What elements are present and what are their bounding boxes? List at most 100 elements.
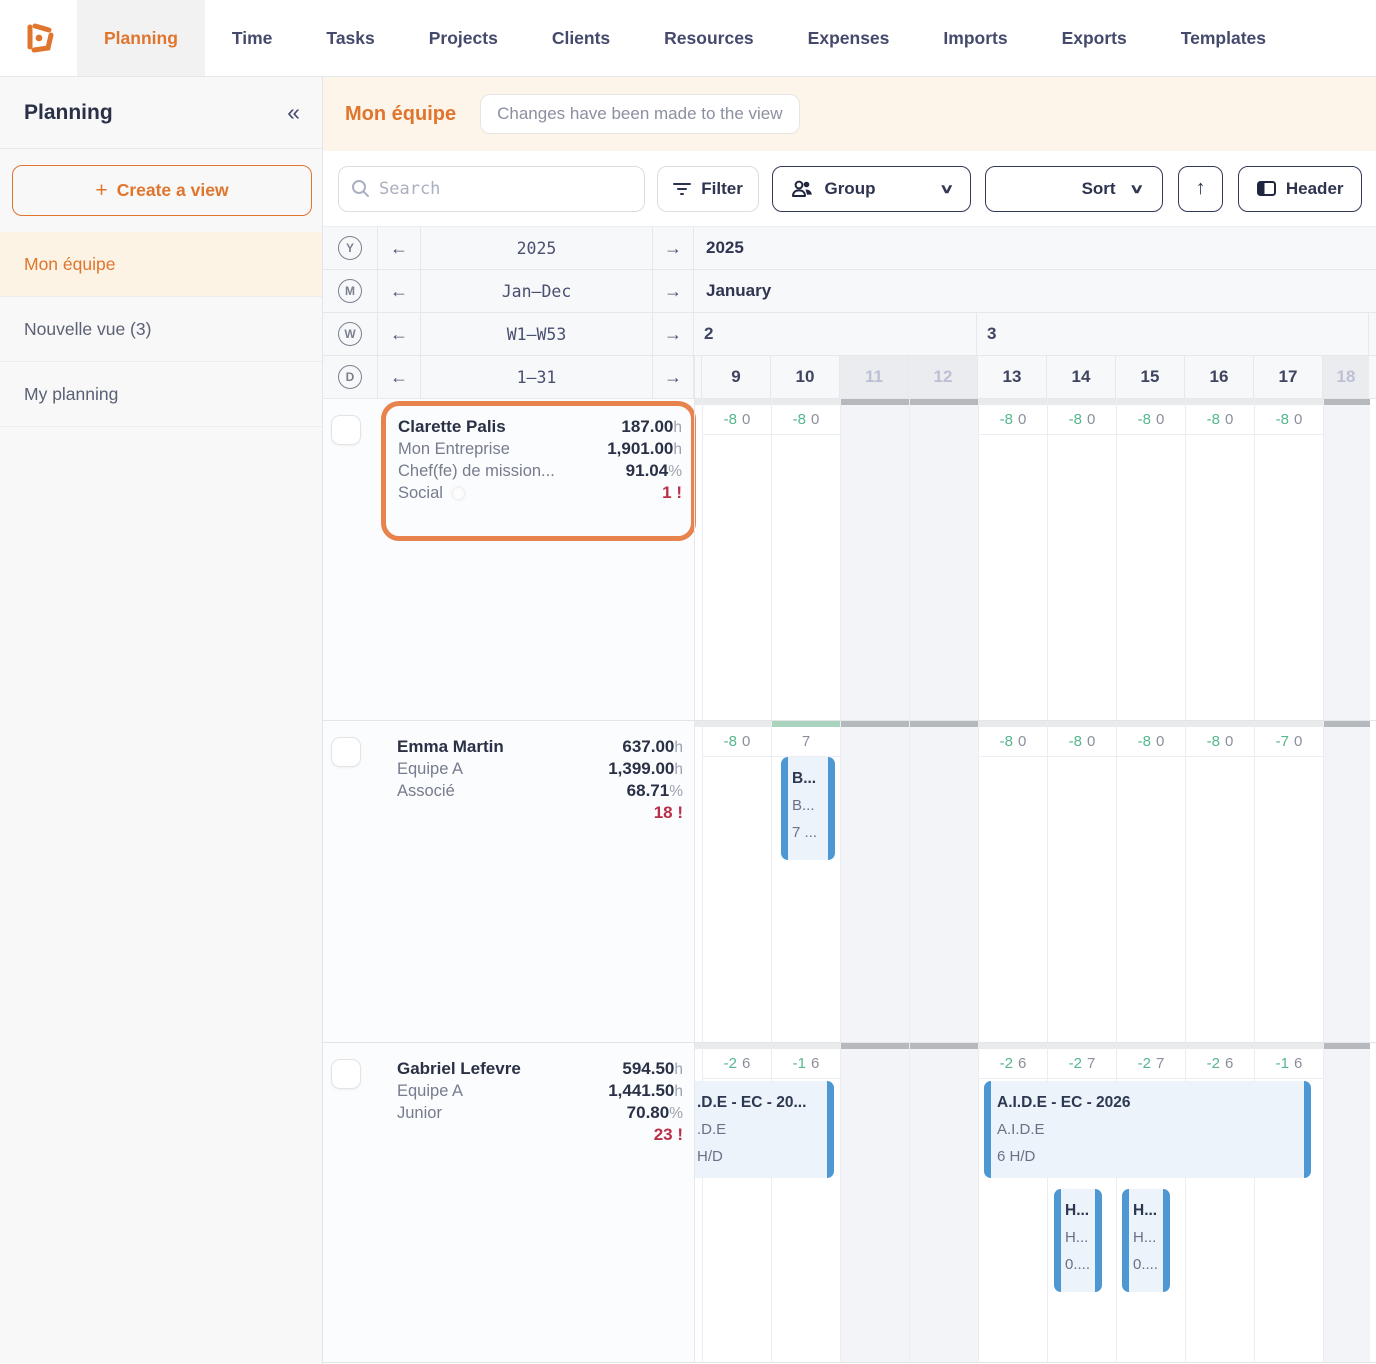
scheduled-hours: 0 — [1087, 411, 1095, 428]
prev-d-arrow[interactable]: ← — [378, 356, 421, 398]
day-column[interactable] — [909, 721, 978, 1042]
capacity-strip — [1324, 721, 1370, 727]
resource-card-highlighted[interactable]: Clarette Palis187.00hMon Entreprise1,901… — [381, 401, 696, 541]
resource-card-line: 23 ! — [397, 1124, 683, 1146]
day-header-cell[interactable]: 18 — [1322, 356, 1369, 398]
schedule-event[interactable]: H...H...0.... — [1122, 1189, 1170, 1292]
resource-detail: Social — [398, 484, 662, 503]
calendar-header-row-y: Y←2025→2025 — [323, 227, 1376, 270]
row-checkbox[interactable] — [331, 737, 361, 767]
day-header-cell[interactable]: 15 — [1115, 356, 1184, 398]
tab-projects[interactable]: Projects — [402, 0, 525, 76]
resource-row-left: Gabriel Lefevre594.50hEquipe A1,441.50hJ… — [323, 1043, 694, 1362]
create-view-button[interactable]: + Create a view — [12, 165, 312, 216]
capacity-strip — [695, 721, 702, 727]
sidebar-view-item[interactable]: Mon équipe — [0, 232, 322, 297]
day-column[interactable]: -80 — [702, 399, 771, 720]
collapse-sidebar-icon[interactable]: « — [287, 99, 300, 126]
scale-icon-cell: D — [323, 356, 378, 398]
next-d-arrow[interactable]: → — [653, 356, 694, 398]
schedule-event[interactable]: B...B...7 ... — [781, 757, 835, 860]
tab-resources[interactable]: Resources — [637, 0, 781, 76]
row-checkbox[interactable] — [331, 1059, 361, 1089]
day-column[interactable] — [1323, 399, 1370, 720]
tab-tasks[interactable]: Tasks — [299, 0, 401, 76]
day-column[interactable]: -80 — [702, 721, 771, 1042]
scheduled-hours: 0 — [742, 411, 750, 428]
day-column[interactable]: -80 — [1116, 721, 1185, 1042]
y-scale-icon[interactable]: Y — [338, 236, 362, 260]
day-header-cell[interactable]: 13 — [977, 356, 1046, 398]
day-column[interactable]: -80 — [1116, 399, 1185, 720]
tab-imports[interactable]: Imports — [916, 0, 1034, 76]
resource-card[interactable]: Emma Martin637.00hEquipe A1,399.00hAssoc… — [381, 723, 696, 863]
row-checkbox[interactable] — [331, 415, 361, 445]
next-y-arrow[interactable]: → — [653, 227, 694, 269]
d-scale-icon[interactable]: D — [338, 365, 362, 389]
next-m-arrow[interactable]: → — [653, 270, 694, 312]
unsaved-changes-badge: Changes have been made to the view — [480, 94, 799, 134]
day-column[interactable]: -80 — [1185, 721, 1254, 1042]
day-column[interactable] — [840, 721, 909, 1042]
prev-m-arrow[interactable]: ← — [378, 270, 421, 312]
day-column[interactable]: -80 — [771, 399, 840, 720]
event-duration: 6 H/D — [997, 1143, 1302, 1170]
schedule-event[interactable]: .D.E - EC - 20....D.EH/D — [695, 1081, 834, 1178]
day-column[interactable]: -80 — [978, 721, 1047, 1042]
resource-detail-text: Chef(fe) de mission... — [398, 462, 555, 481]
w-scale-icon[interactable]: W — [338, 322, 362, 346]
day-header-cell[interactable]: 11 — [839, 356, 908, 398]
prev-w-arrow[interactable]: ← — [378, 313, 421, 355]
day-column[interactable] — [1323, 721, 1370, 1042]
schedule-event[interactable]: H...H...0.... — [1054, 1189, 1102, 1292]
tab-time[interactable]: Time — [205, 0, 300, 76]
schedule-event[interactable]: A.I.D.E - EC - 2026A.I.D.E6 H/D — [984, 1081, 1311, 1178]
day-column[interactable]: -70 — [1254, 721, 1323, 1042]
next-w-arrow[interactable]: → — [653, 313, 694, 355]
group-dropdown[interactable]: Group ∨ — [772, 166, 970, 212]
resource-card[interactable]: Gabriel Lefevre594.50hEquipe A1,441.50hJ… — [381, 1045, 696, 1185]
tab-templates[interactable]: Templates — [1154, 0, 1293, 76]
scale-icon-cell: M — [323, 270, 378, 312]
event-title: .D.E - EC - 20... — [697, 1089, 825, 1116]
day-column[interactable]: -80 — [1047, 399, 1116, 720]
app-logo[interactable] — [0, 0, 77, 76]
day-column[interactable] — [909, 1043, 978, 1362]
filter-button[interactable]: Filter — [657, 166, 760, 212]
tab-expenses[interactable]: Expenses — [781, 0, 917, 76]
sort-direction-button[interactable]: ↑ — [1178, 166, 1223, 212]
day-column[interactable]: -80 — [1047, 721, 1116, 1042]
day-column[interactable]: -80 — [1185, 399, 1254, 720]
current-view-title: Mon équipe — [345, 103, 456, 126]
stat-number: 637.00 — [622, 737, 674, 756]
event-duration: 0.... — [1065, 1251, 1100, 1278]
day-column[interactable] — [840, 399, 909, 720]
m-scale-icon[interactable]: M — [338, 279, 362, 303]
sidebar-view-item[interactable]: Nouvelle vue (3) — [0, 297, 322, 362]
header-toggle-button[interactable]: Header — [1238, 166, 1362, 212]
day-header-cell[interactable]: 9 — [701, 356, 770, 398]
day-column[interactable] — [1323, 1043, 1370, 1362]
resource-detail-text: Mon Entreprise — [398, 440, 510, 459]
day-column[interactable]: -80 — [978, 399, 1047, 720]
prev-y-arrow[interactable]: ← — [378, 227, 421, 269]
search-box[interactable] — [338, 166, 645, 212]
sort-dropdown[interactable]: Sort ∨ — [985, 166, 1163, 212]
day-header-cell[interactable]: 17 — [1253, 356, 1322, 398]
tab-planning[interactable]: Planning — [77, 0, 205, 76]
tab-clients[interactable]: Clients — [525, 0, 637, 76]
day-column[interactable] — [840, 1043, 909, 1362]
tab-exports[interactable]: Exports — [1035, 0, 1154, 76]
day-header-cell[interactable]: 12 — [908, 356, 977, 398]
day-header-cell[interactable]: 16 — [1184, 356, 1253, 398]
event-content: .D.E - EC - 20....D.EH/D — [695, 1081, 834, 1178]
day-column[interactable]: -80 — [1254, 399, 1323, 720]
sidebar-view-item[interactable]: My planning — [0, 362, 322, 427]
day-column[interactable] — [909, 399, 978, 720]
search-input[interactable] — [379, 179, 632, 199]
day-header-cell[interactable]: 10 — [770, 356, 839, 398]
stat-value: 594.50h — [622, 1059, 683, 1079]
filter-icon — [673, 182, 691, 196]
available-hours: -2 — [1000, 1055, 1013, 1072]
day-header-cell[interactable]: 14 — [1046, 356, 1115, 398]
